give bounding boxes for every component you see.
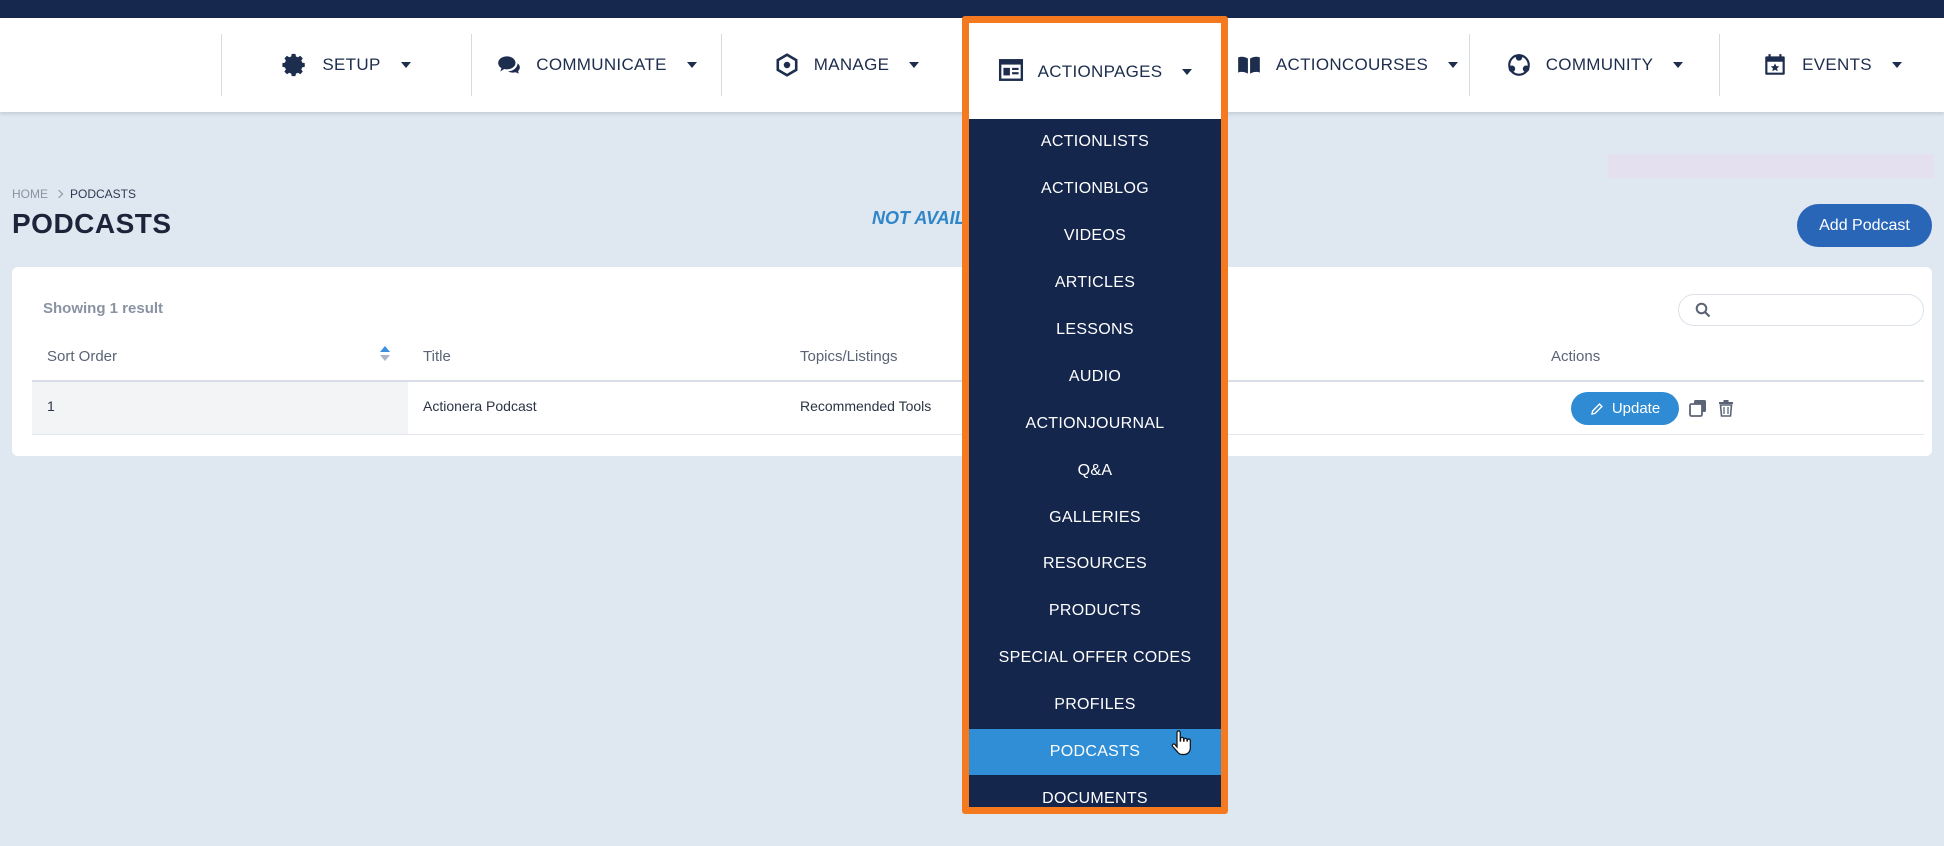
podcast-title: Actionera Podcast [423, 398, 537, 414]
chevron-down-icon [1182, 69, 1193, 75]
nav-manage-label: MANAGE [813, 55, 890, 74]
menu-item-qa[interactable]: Q&A [969, 447, 1221, 494]
menu-item-special-offer-codes[interactable]: SPECIAL OFFER CODES [969, 635, 1221, 682]
chevron-right-icon [54, 189, 64, 199]
nav-manage[interactable]: MANAGE [722, 18, 971, 112]
nav-events[interactable]: EVENTS [1720, 18, 1944, 112]
chevron-down-icon [400, 62, 411, 68]
search-icon [1695, 302, 1711, 318]
sort-order-cell [32, 382, 408, 434]
nav-community[interactable]: COMMUNITY [1470, 18, 1719, 112]
actionpages-dropdown: ACTIONPAGES ACTIONLISTS ACTIONBLOG VIDEO… [962, 16, 1228, 814]
manage-icon [774, 52, 800, 78]
nav-community-label: COMMUNITY [1545, 55, 1654, 74]
gear-icon [282, 52, 308, 78]
menu-item-videos[interactable]: VIDEOS [969, 213, 1221, 260]
chat-icon [496, 52, 522, 78]
chevron-down-icon [1891, 62, 1902, 68]
pencil-icon [1590, 402, 1603, 415]
page-title: PODCASTS [12, 208, 172, 239]
duplicate-icon[interactable] [1688, 398, 1708, 418]
menu-item-profiles[interactable]: PROFILES [969, 682, 1221, 729]
calendar-icon [1762, 52, 1788, 78]
update-button[interactable]: Update [1571, 392, 1679, 425]
menu-item-lessons[interactable]: LESSONS [969, 307, 1221, 354]
breadcrumb-home[interactable]: HOME [12, 187, 48, 201]
menu-item-galleries[interactable]: GALLERIES [969, 494, 1221, 541]
update-label: Update [1611, 400, 1661, 417]
nav-setup-label: SETUP [322, 55, 381, 74]
sort-icon[interactable] [378, 346, 392, 366]
breadcrumb-current: PODCASTS [70, 187, 137, 201]
nav-setup[interactable]: SETUP [222, 18, 471, 112]
search-box[interactable] [1678, 294, 1924, 326]
menu-item-articles[interactable]: ARTICLES [969, 260, 1221, 307]
pages-icon [998, 57, 1024, 88]
column-header-title[interactable]: Title [423, 348, 451, 365]
menu-item-products[interactable]: PRODUCTS [969, 588, 1221, 635]
availability-notice: NOT AVAIL [872, 208, 966, 228]
menu-item-resources[interactable]: RESOURCES [969, 541, 1221, 588]
dropdown-menu: ACTIONLISTS ACTIONBLOG VIDEOS ARTICLES L… [969, 119, 1221, 807]
nav-communicate-label: COMMUNICATE [536, 55, 667, 74]
menu-item-actionlists[interactable]: ACTIONLISTS [969, 119, 1221, 166]
notice-strip [1608, 154, 1934, 178]
chevron-down-icon [1448, 62, 1459, 68]
book-icon [1236, 52, 1262, 78]
chevron-down-icon [1673, 62, 1684, 68]
nav-actionpages[interactable]: ACTIONPAGES [969, 25, 1221, 119]
chevron-down-icon [909, 62, 920, 68]
nav-events-label: EVENTS [1802, 55, 1872, 74]
nav-actionpages-label: ACTIONPAGES [1037, 62, 1163, 81]
column-header-sort-order[interactable]: Sort Order [47, 348, 117, 365]
add-podcast-button[interactable]: Add Podcast [1797, 204, 1932, 247]
menu-item-actionblog[interactable]: ACTIONBLOG [969, 166, 1221, 213]
nav-actioncourses-label: ACTIONCOURSES [1275, 55, 1429, 74]
breadcrumb: HOME PODCASTS [12, 187, 136, 201]
podcast-topics: Recommended Tools [800, 398, 932, 414]
result-count: Showing 1 result [43, 300, 164, 317]
search-input[interactable] [1721, 302, 1921, 318]
menu-item-audio[interactable]: AUDIO [969, 353, 1221, 400]
community-icon [1506, 52, 1532, 78]
trash-icon[interactable] [1716, 398, 1736, 418]
column-header-topics[interactable]: Topics/Listings [800, 348, 898, 365]
menu-item-documents[interactable]: DOCUMENTS [969, 775, 1221, 807]
hand-cursor-icon [1171, 730, 1191, 756]
nav-communicate[interactable]: COMMUNICATE [472, 18, 721, 112]
chevron-down-icon [686, 62, 697, 68]
sort-order-value: 1 [47, 398, 55, 414]
nav-actioncourses[interactable]: ACTIONCOURSES [1225, 18, 1469, 112]
menu-item-actionjournal[interactable]: ACTIONJOURNAL [969, 400, 1221, 447]
column-header-actions: Actions [1551, 348, 1601, 365]
